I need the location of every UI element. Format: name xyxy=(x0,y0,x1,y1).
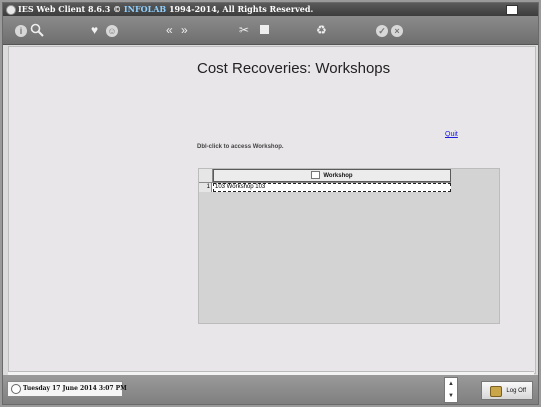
workshop-cell[interactable]: 103 Workshop 103 xyxy=(213,183,451,192)
workshop-grid: Workshop 1 103 Workshop 103 xyxy=(198,168,500,324)
spinner-down-icon[interactable]: ▼ xyxy=(445,390,457,402)
forward-icon[interactable]: » xyxy=(181,23,188,37)
back-icon[interactable]: « xyxy=(166,23,173,37)
window-title: IES Web Client 8.6.3 © INFOLAB 1994-2014… xyxy=(18,4,314,14)
title-bar: IES Web Client 8.6.3 © INFOLAB 1994-2014… xyxy=(3,3,538,16)
page-title: Cost Recoveries: Workshops xyxy=(197,60,391,77)
tools-icon[interactable]: ✂ xyxy=(239,23,249,37)
datetime-display: Tuesday 17 June 2014 3:07 PM xyxy=(7,381,127,397)
window-menu-icon[interactable] xyxy=(506,5,518,15)
toolbar: i ♥ ☺ « » ✂ ♻ ✓ × xyxy=(3,16,538,45)
sort-icon xyxy=(311,171,321,180)
app-window: IES Web Client 8.6.3 © INFOLAB 1994-2014… xyxy=(2,2,539,405)
datetime-text: Tuesday 17 June 2014 3:07 PM xyxy=(23,385,127,392)
spinner-up-icon[interactable]: ▲ xyxy=(445,378,457,390)
clock-icon xyxy=(11,383,21,394)
status-bar: Tuesday 17 June 2014 3:07 PM ▲ ▼ Log Off xyxy=(3,375,538,404)
table-row[interactable]: 1 103 Workshop 103 xyxy=(199,183,451,192)
search-icon[interactable] xyxy=(30,23,44,37)
smiley-icon[interactable]: ☺ xyxy=(106,23,118,37)
row-number: 1 xyxy=(199,183,212,192)
info-icon[interactable]: i xyxy=(15,23,27,37)
scroll-spinner[interactable]: ▲ ▼ xyxy=(444,377,458,403)
confirm-icon[interactable]: ✓ xyxy=(376,23,388,37)
column-header-workshop[interactable]: Workshop xyxy=(213,169,451,182)
instruction-text: Dbl-click to access Workshop. xyxy=(197,144,284,150)
log-off-label: Log Off xyxy=(506,388,526,394)
lock-icon xyxy=(490,386,502,397)
stop-icon[interactable] xyxy=(259,23,270,37)
app-logo-icon xyxy=(6,5,16,15)
cancel-icon[interactable]: × xyxy=(391,23,403,37)
log-off-button[interactable]: Log Off xyxy=(481,381,533,400)
grid-header: Workshop xyxy=(199,169,451,183)
quit-link[interactable]: Quit xyxy=(445,131,458,138)
heart-icon[interactable]: ♥ xyxy=(91,23,98,37)
grid-corner-cell xyxy=(199,169,213,182)
recycle-icon[interactable]: ♻ xyxy=(316,23,327,37)
main-content: Cost Recoveries: Workshops Quit Dbl-clic… xyxy=(8,46,536,374)
